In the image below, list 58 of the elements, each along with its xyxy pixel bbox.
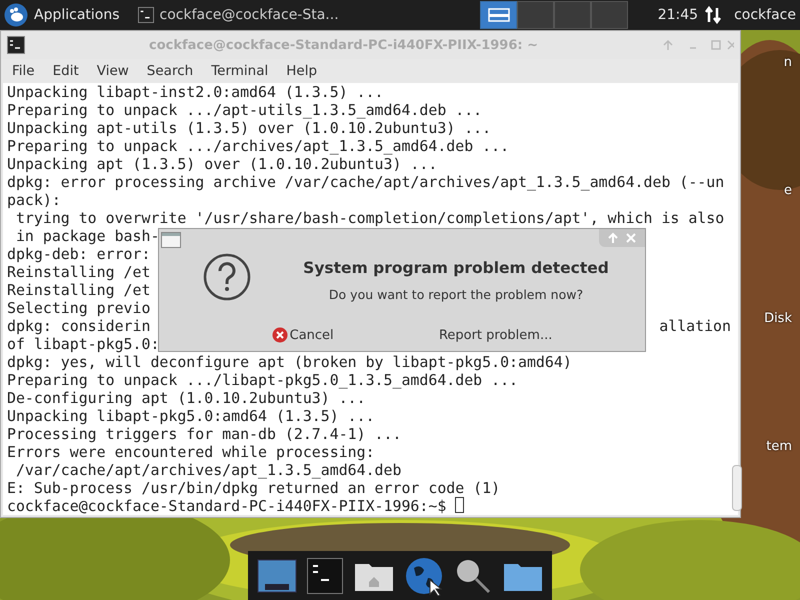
dialog-title: System program problem detected — [303, 259, 609, 277]
terminal-line: dpkg-deb: error: — [7, 245, 150, 263]
desktop-icon-label[interactable]: tem — [766, 439, 792, 454]
globe-icon[interactable] — [404, 556, 444, 596]
terminal-line: Preparing to unpack .../apt-utils_1.3.5_amd64.deb ... — [7, 101, 482, 119]
desktop-icon-label[interactable]: n — [784, 55, 792, 70]
menu-item[interactable]: Search — [138, 63, 202, 79]
menu-item[interactable]: File — [3, 63, 44, 79]
terminal-line: trying to overwrite '/usr/share/bash-completion/completions/apt', which is also — [14, 209, 724, 227]
terminal-line: Errors were encountered while processing: — [7, 443, 375, 461]
terminal-line: De-configuring apt (1.0.10.2ubuntu3) ... — [7, 389, 366, 407]
terminal-line: Selecting previo — [7, 299, 150, 317]
dialog-message: Do you want to report the problem now? — [328, 287, 584, 302]
cancel-button[interactable]: Cancel — [268, 325, 338, 345]
desktop-icon-label[interactable]: e — [784, 183, 792, 198]
mouse-logo-icon[interactable] — [4, 3, 28, 27]
window-title: cockface@cockface-Standard-PC-i440FX-PIIX-1996: ~ — [148, 38, 540, 52]
workspace-button[interactable] — [480, 1, 518, 29]
desktop-icon-label[interactable]: Disk — [764, 311, 792, 326]
terminal-line: allation — [659, 317, 731, 335]
terminal-icon[interactable] — [7, 36, 25, 54]
menu-item[interactable]: Help — [277, 63, 326, 79]
desktop-icon[interactable] — [257, 558, 298, 594]
cancel-icon — [272, 327, 288, 343]
window-icon — [488, 8, 510, 22]
menu-item[interactable]: Terminal — [202, 63, 278, 79]
window-icon — [161, 232, 181, 248]
network-arrows-icon[interactable] — [704, 6, 722, 24]
terminal-line: dpkg: yes, will deconfigure apt (broken by libapt-pkg5.0:amd64) — [7, 353, 572, 371]
terminal-line: Unpacking libapt-inst2.0:amd64 (1.3.5) ... — [7, 83, 384, 101]
terminal-line: in package bash- — [14, 227, 160, 245]
terminal-line: E: Sub-process /usr/bin/dpkg returned an error code (1) — [7, 479, 500, 497]
terminal-line: Preparing to unpack .../libapt-pkg5.0_1.3.5_amd64.deb ... — [7, 371, 518, 389]
terminal-line: Unpacking apt-utils (1.3.5) over (1.0.10.2ubuntu3) ... — [7, 119, 492, 137]
terminal-line: dpkg: considerin — [7, 317, 150, 335]
taskbar-button[interactable]: cockface@cockface-Sta... — [138, 7, 339, 23]
terminal-line: Unpacking libapt-pkg5.0:amd64 (1.3.5) ... — [7, 407, 375, 425]
user-name[interactable]: cockface — [734, 7, 796, 23]
terminal-line: dpkg: error processing archive /var/cache/apt/archives/apt_1.3.5_amd64.deb (--un — [7, 173, 724, 191]
clock: 21:45 — [658, 7, 698, 23]
terminal-line: of libapt-pkg5.0: — [7, 335, 160, 353]
terminal-line: Processing triggers for man-db (2.7.4-1) ... — [7, 425, 402, 443]
terminal-line: Preparing to unpack .../archives/apt_1.3.5_amd64.deb ... — [7, 137, 510, 155]
report-button[interactable]: Report problem... — [434, 325, 556, 345]
terminal-line: pack): — [7, 191, 61, 209]
terminal-line: /var/cache/apt/archives/apt_1.3.5_amd64.deb — [14, 461, 402, 479]
terminal-line: Reinstalling /et — [7, 281, 150, 299]
question-icon — [203, 253, 251, 301]
terminal-icon[interactable] — [307, 558, 344, 594]
terminal-prompt: cockface@cockface-Standard-PC-i440FX-PIIX-1996:~$ — [7, 497, 446, 515]
scrollbar-thumb[interactable] — [732, 465, 742, 511]
text-cursor — [455, 497, 464, 513]
terminal-icon — [138, 7, 154, 23]
applications-menu[interactable]: Applications — [34, 7, 120, 23]
terminal-line: Unpacking apt (1.3.5) over (1.0.10.2ubuntu3) ... — [7, 155, 438, 173]
menu-item[interactable]: View — [88, 63, 138, 79]
menu-item[interactable]: Edit — [44, 63, 88, 79]
terminal-line: Reinstalling /et — [7, 263, 150, 281]
